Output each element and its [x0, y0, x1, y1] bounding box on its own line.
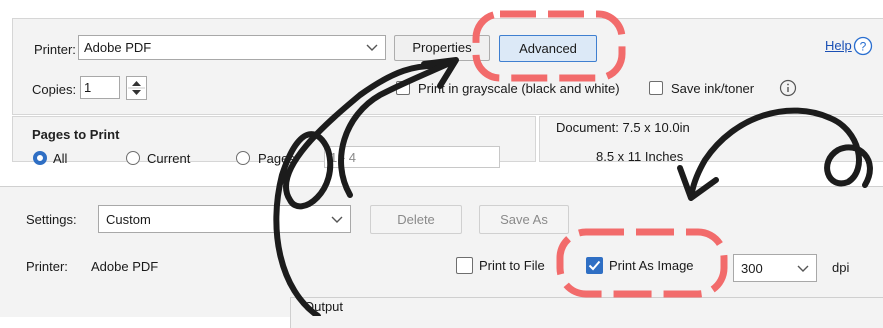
stepper-arrows-icon — [128, 81, 145, 95]
save-as-button[interactable]: Save As — [479, 205, 569, 234]
copies-value: 1 — [84, 80, 92, 95]
printer-value: Adobe PDF — [91, 259, 159, 274]
print-to-file-checkbox[interactable] — [456, 257, 473, 274]
print-as-image-checkbox[interactable] — [586, 257, 603, 274]
pages-range-input[interactable]: 1 - 4 — [324, 146, 500, 168]
print-to-file-label: Print to File — [479, 258, 545, 273]
settings-select[interactable]: Custom — [98, 205, 351, 233]
advanced-button[interactable]: Advanced — [499, 35, 597, 62]
dpi-select[interactable]: 300 — [733, 254, 817, 282]
properties-button[interactable]: Properties — [394, 35, 490, 61]
grayscale-checkbox[interactable] — [396, 81, 410, 95]
radio-current-label: Current — [147, 151, 191, 166]
chevron-down-icon — [797, 265, 809, 272]
chevron-down-icon — [331, 216, 343, 223]
printer-label: Printer: — [34, 42, 76, 57]
print-as-image-label: Print As Image — [609, 258, 694, 273]
paper-size: 8.5 x 11 Inches — [596, 149, 684, 164]
pages-to-print-heading: Pages to Print — [32, 127, 120, 142]
help-link[interactable]: Help — [825, 38, 852, 53]
info-icon[interactable] — [779, 79, 797, 97]
radio-pages-label: Pages — [258, 151, 295, 166]
output-group — [290, 297, 883, 328]
save-ink-checkbox[interactable] — [649, 81, 663, 95]
pages-range-value: 1 - 4 — [330, 150, 357, 165]
radio-all[interactable] — [33, 151, 47, 165]
document-size: Document: 7.5 x 10.0in — [556, 120, 690, 135]
dpi-unit-label: dpi — [832, 260, 850, 275]
radio-current[interactable] — [126, 151, 140, 165]
copies-input[interactable]: 1 — [80, 76, 120, 99]
printer-select-value: Adobe PDF — [84, 40, 152, 55]
printer-select[interactable]: Adobe PDF — [78, 35, 386, 60]
checkmark-icon — [588, 260, 601, 271]
dpi-select-value: 300 — [741, 261, 763, 276]
radio-all-label: All — [53, 151, 68, 166]
output-label: Output — [302, 299, 346, 314]
copies-label: Copies: — [32, 82, 77, 97]
settings-select-value: Custom — [106, 212, 151, 227]
grayscale-label: Print in grayscale (black and white) — [418, 81, 620, 96]
help-icon[interactable]: ? — [853, 36, 873, 56]
copies-stepper[interactable] — [126, 76, 147, 100]
printer-label: Printer: — [26, 259, 68, 274]
save-ink-label: Save ink/toner — [671, 81, 755, 96]
svg-text:?: ? — [860, 40, 867, 54]
chevron-down-icon — [366, 44, 378, 51]
radio-pages[interactable] — [236, 151, 250, 165]
settings-label: Settings: — [26, 212, 77, 227]
print-dialog-top: Printer: Adobe PDF Properties Advanced H… — [0, 0, 883, 168]
delete-button[interactable]: Delete — [370, 205, 462, 234]
